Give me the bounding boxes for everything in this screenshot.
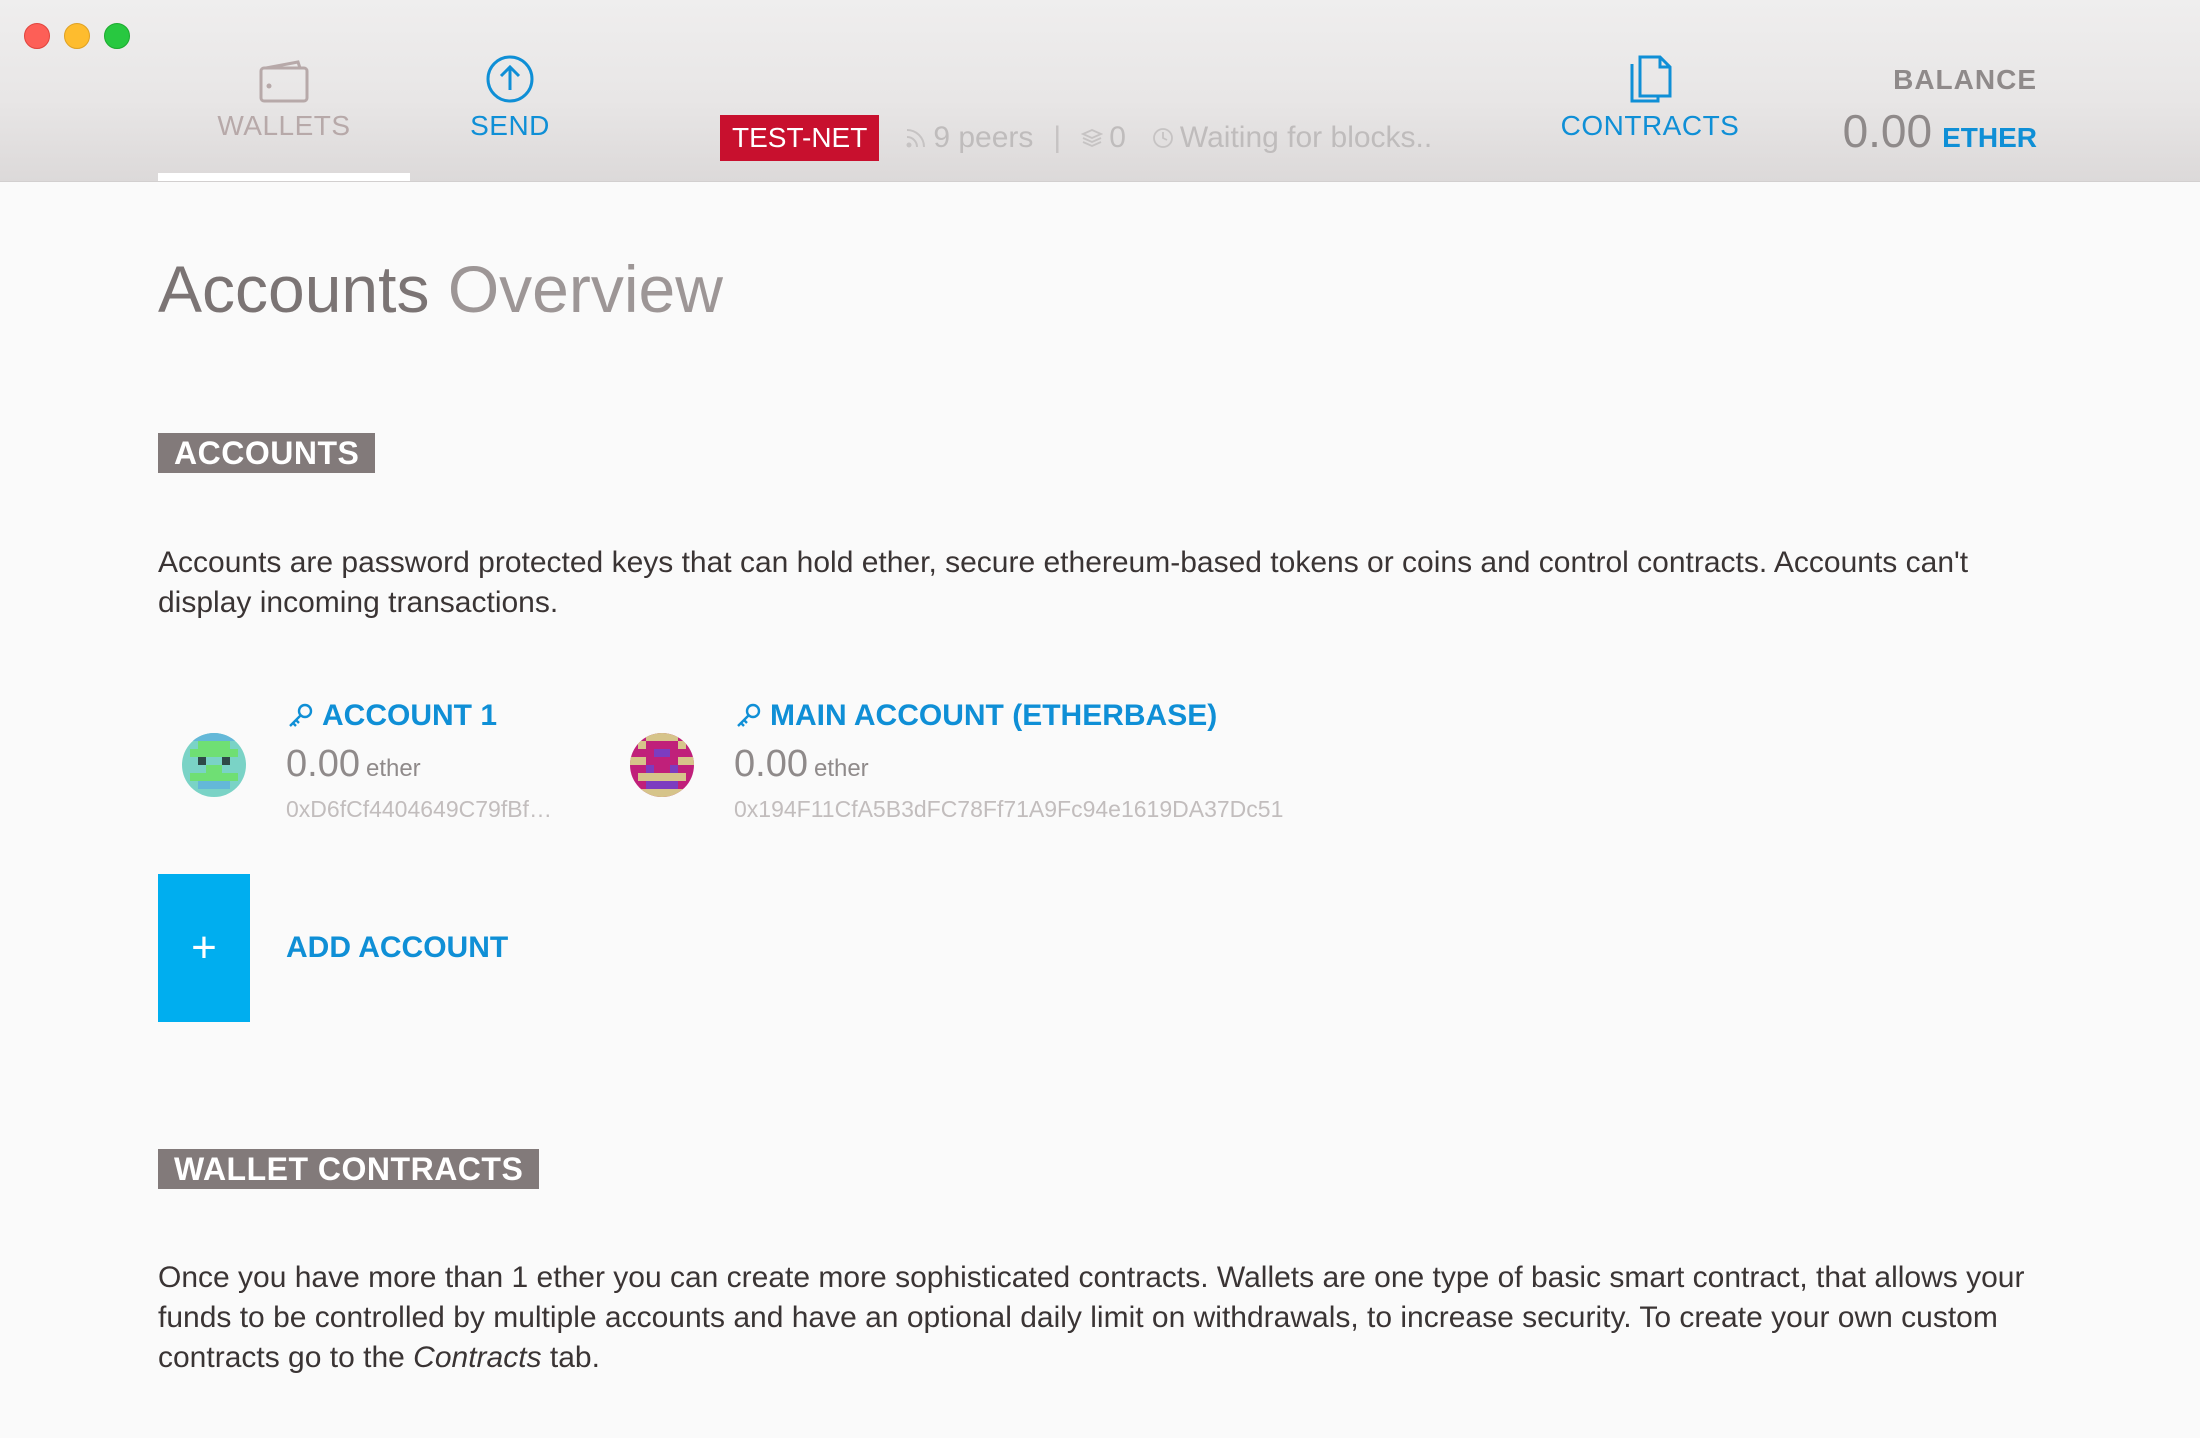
balance-amount: 0.00 xyxy=(1842,105,1933,157)
account-balance: 0.00 xyxy=(734,743,808,785)
account-address: 0x194F11CfA5B3dFC78Ff71A9Fc94e1619DA37Dc… xyxy=(734,796,1284,822)
key-icon xyxy=(289,703,313,727)
top-navigation-bar: WALLETS SEND TEST-NET 9 peers | 0 Waitin… xyxy=(0,0,2200,182)
wallet-icon xyxy=(259,60,309,103)
blocks-stack-icon xyxy=(1081,129,1104,147)
send-arrow-up-icon xyxy=(486,55,534,103)
account-name: ACCOUNT 1 xyxy=(322,699,498,732)
account-card[interactable]: MAIN ACCOUNT (ETHERBASE) 0.00 ether 0x194… xyxy=(606,699,1586,839)
page-title-strong: Accounts xyxy=(158,252,430,326)
nav-tab-contracts[interactable]: CONTRACTS xyxy=(1548,55,1752,142)
page-title-light: Overview xyxy=(447,252,723,326)
wallet-contracts-text-end: tab. xyxy=(541,1341,600,1374)
total-balance: BALANCE 0.00 ETHER xyxy=(1843,64,2037,158)
add-account-button[interactable]: + ADD ACCOUNT xyxy=(158,874,508,1022)
sync-status-text: Waiting for blocks.. xyxy=(1179,121,1433,154)
key-icon xyxy=(737,703,761,727)
nav-send-label: SEND xyxy=(470,110,550,141)
contracts-documents-icon xyxy=(1630,55,1672,103)
account-card[interactable]: ACCOUNT 1 0.00 ether 0xD6fCf4404649C79fBf… xyxy=(158,699,578,839)
active-tab-indicator xyxy=(158,173,410,181)
account-identicon xyxy=(182,733,246,797)
wallet-contracts-section-label: WALLET CONTRACTS xyxy=(158,1149,540,1189)
app-window: WALLETS SEND TEST-NET 9 peers | 0 Waitin… xyxy=(0,0,2200,1438)
account-balance-unit: ether xyxy=(365,755,421,782)
account-name: MAIN ACCOUNT (ETHERBASE) xyxy=(770,699,1218,732)
clock-icon xyxy=(1153,128,1173,148)
zoom-window-button[interactable] xyxy=(104,23,130,49)
status-divider: | xyxy=(1053,121,1062,154)
balance-label: BALANCE xyxy=(1893,64,2037,95)
account-address: 0xD6fCf4404649C79fBf… xyxy=(286,796,552,822)
balance-unit: ETHER xyxy=(1942,122,2037,153)
account-identicon xyxy=(630,733,694,797)
close-window-button[interactable] xyxy=(24,23,50,49)
nav-tab-wallets[interactable]: WALLETS xyxy=(158,60,410,181)
network-status-bar: TEST-NET 9 peers | 0 Waiting for blocks.… xyxy=(720,115,1432,161)
minimize-window-button[interactable] xyxy=(64,23,90,49)
account-balance: 0.00 xyxy=(286,743,360,785)
add-account-label[interactable]: ADD ACCOUNT xyxy=(286,931,508,965)
page-title: Accounts Overview xyxy=(158,251,723,327)
wallet-contracts-description: Once you have more than 1 ether you can … xyxy=(158,1258,2038,1378)
peer-count: 9 peers xyxy=(933,121,1034,154)
testnet-badge: TEST-NET xyxy=(720,115,880,161)
accounts-description: Accounts are password protected keys tha… xyxy=(158,546,1969,619)
block-number: 0 xyxy=(1109,121,1126,154)
plus-icon[interactable]: + xyxy=(158,874,250,1022)
peers-signal-icon xyxy=(906,129,926,148)
contracts-emphasis: Contracts xyxy=(413,1341,542,1374)
nav-tab-send[interactable]: SEND xyxy=(440,55,580,142)
nav-wallets-label: WALLETS xyxy=(217,110,351,141)
accounts-section-label: ACCOUNTS xyxy=(158,433,376,473)
account-balance-unit: ether xyxy=(813,755,869,782)
nav-contracts-label: CONTRACTS xyxy=(1560,110,1740,141)
